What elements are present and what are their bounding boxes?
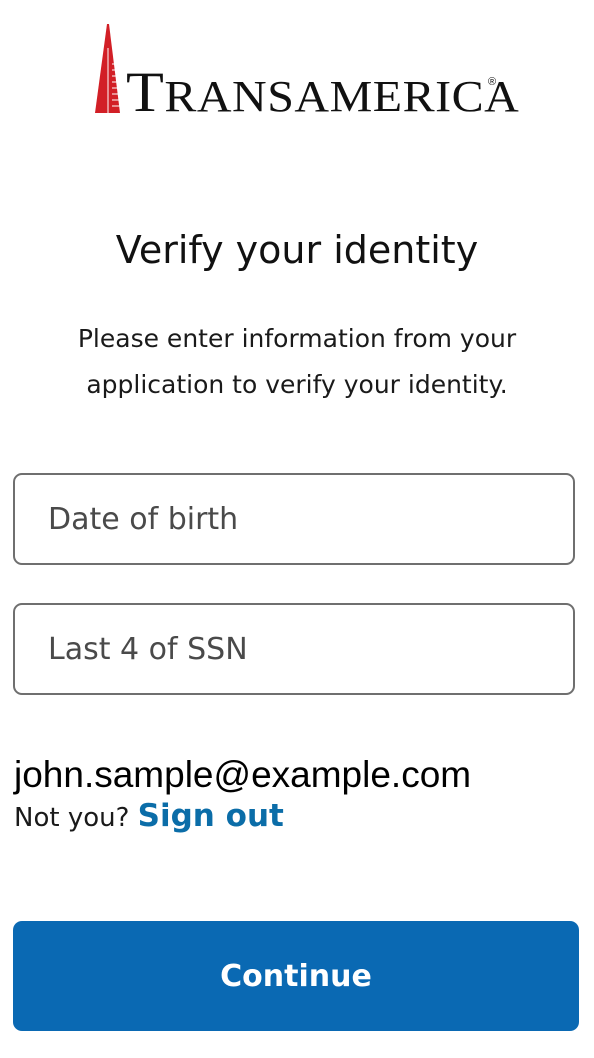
last-4-ssn-input[interactable]	[15, 605, 573, 693]
date-of-birth-input[interactable]	[15, 475, 573, 563]
date-of-birth-field[interactable]	[13, 473, 575, 565]
registered-mark: ®	[488, 76, 497, 88]
not-you-row: Not you? Sign out	[14, 796, 284, 838]
logo-rest-letters: RANSAMERICA	[164, 72, 520, 122]
account-email: john.sample@example.com	[14, 754, 472, 795]
not-you-label: Not you?	[14, 803, 130, 833]
page-subtitle: Please enter information from your appli…	[77, 324, 517, 399]
page-title: Verify your identity	[115, 228, 479, 272]
continue-button[interactable]: Continue	[13, 921, 579, 1031]
transamerica-logo: TRANSAMERICA ®	[94, 24, 519, 121]
logo-first-letter: T	[126, 61, 165, 124]
logo-wordmark: TRANSAMERICA	[126, 64, 519, 126]
last-4-ssn-field[interactable]	[13, 603, 575, 695]
sign-out-link[interactable]: Sign out	[138, 798, 284, 834]
pyramid-tower-icon	[95, 24, 120, 113]
